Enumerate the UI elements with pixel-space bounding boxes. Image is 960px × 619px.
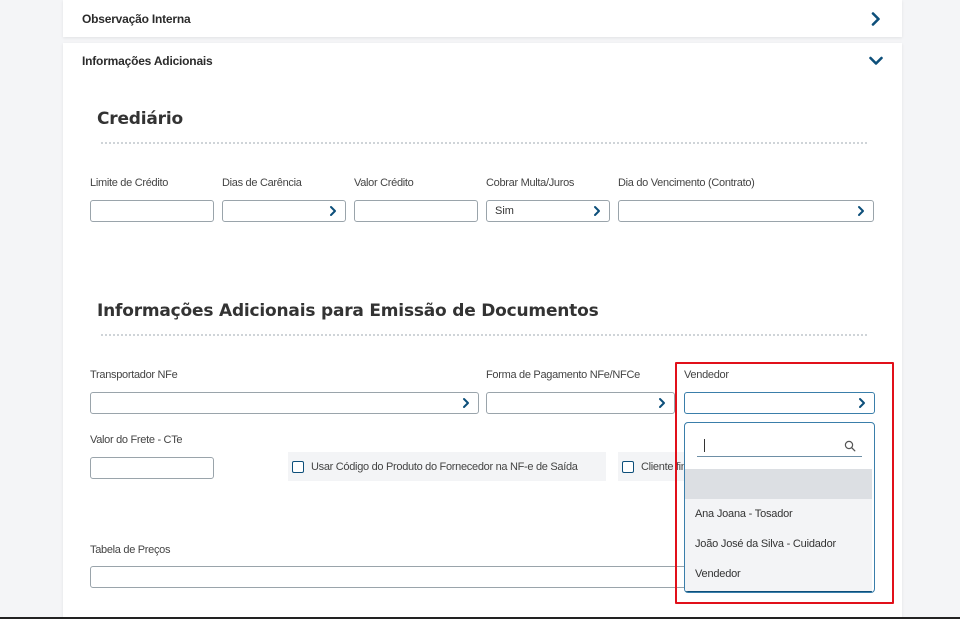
valor-credito-label: Valor Crédito [354,177,414,189]
forma-pagamento-select[interactable] [486,392,675,414]
forma-pagamento-label: Forma de Pagamento NFe/NFCe [486,369,640,381]
dias-carencia-select[interactable] [222,200,346,222]
chevron-right-icon [591,205,603,217]
dia-vencimento-select[interactable] [618,200,874,222]
cobrar-multa-value: Sim [495,205,514,217]
checkbox[interactable] [622,460,634,473]
vendedor-select[interactable] [684,392,875,414]
transportador-label: Transportador NFe [90,369,178,381]
valor-frete-input[interactable] [90,457,214,479]
chevron-right-icon [327,205,339,217]
cobrar-multa-select[interactable]: Sim [486,200,610,222]
usar-codigo-fornecedor-checkbox[interactable]: Usar Código do Produto do Fornecedor na … [288,452,606,481]
limite-credito-input[interactable] [90,200,214,222]
dropdown-option[interactable]: João José da Silva - Cuidador [685,529,872,559]
limite-credito-label: Limite de Crédito [90,177,169,189]
vendedor-label: Vendedor [684,369,729,381]
chevron-right-icon [856,397,868,409]
panel-header[interactable]: Informações Adicionais [63,43,902,79]
dropdown-option[interactable]: Ana Joana - Tosador [685,499,872,529]
dropdown-option-empty[interactable] [685,469,872,499]
text-cursor [704,439,705,452]
dropdown-options: Ana Joana - Tosador João José da Silva -… [685,469,872,592]
panel-title: Informações Adicionais [82,54,213,68]
tabela-precos-select[interactable] [90,566,690,588]
search-icon[interactable] [844,439,856,452]
chevron-right-icon[interactable] [869,11,883,26]
tabela-precos-label: Tabela de Preços [90,544,171,556]
page: Observação Interna Informações Adicionai… [0,0,960,619]
chevron-right-icon [460,397,472,409]
section-divider [101,142,867,144]
valor-credito-input[interactable] [354,200,478,222]
cliente-final-label: Cliente fin [641,460,684,473]
dropdown-bottom-border [685,591,872,592]
vendedor-dropdown: Ana Joana - Tosador João José da Silva -… [684,422,875,593]
chevron-right-icon [656,397,668,409]
dropdown-option[interactable]: Vendedor [685,559,872,589]
usar-codigo-fornecedor-label: Usar Código do Produto do Fornecedor na … [311,460,578,473]
dropdown-search-input[interactable] [697,435,862,457]
section-title-crediario: Crediário [97,109,183,129]
section-divider [101,334,867,336]
transportador-select[interactable] [90,392,479,414]
panel-observacao-interna[interactable]: Observação Interna [63,0,902,37]
valor-frete-label: Valor do Frete - CTe [90,434,183,446]
cobrar-multa-label: Cobrar Multa/Juros [486,177,575,189]
dias-carencia-label: Dias de Carência [222,177,302,189]
checkbox[interactable] [292,460,304,473]
panel-title: Observação Interna [82,11,191,26]
dia-vencimento-label: Dia do Vencimento (Contrato) [618,177,755,189]
cliente-final-checkbox[interactable]: Cliente fin [618,452,684,481]
chevron-down-icon[interactable] [869,54,883,68]
chevron-right-icon [855,205,867,217]
section-title-emissao: Informações Adicionais para Emissão de D… [97,301,599,321]
